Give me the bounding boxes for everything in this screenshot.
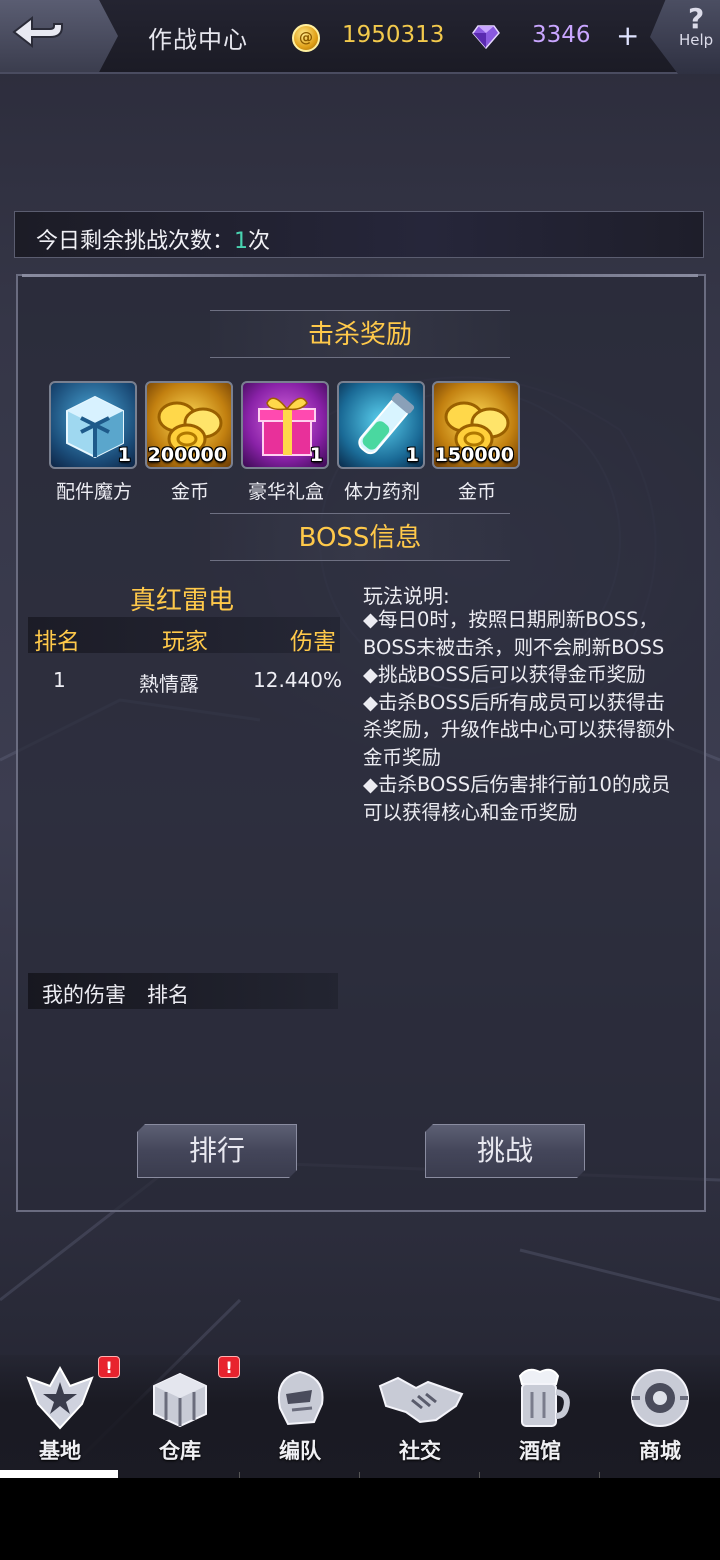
rule-line: ◆挑战BOSS后可以获得金币奖励 [363,663,646,686]
row-damage: 12.440% [253,668,342,692]
stamina-potion-icon: 1 [337,381,425,469]
rule-line: ◆击杀BOSS后伤害排行前10的成员可以获得核心和金币奖励 [363,773,671,824]
reward-item[interactable]: 1 体力药剂 [337,381,427,504]
rules-text: ◆每日0时，按照日期刷新BOSS，BOSS未被击杀，则不会刷新BOSS ◆挑战B… [363,606,683,826]
nav-label: 商城 [639,1438,681,1463]
reward-quantity: 1 [117,444,131,466]
challenge-button[interactable]: 挑战 [425,1124,585,1178]
gold-amount: 1950313 [342,22,445,48]
system-bottom-area [0,1478,720,1560]
parts-cube-icon: 1 [49,381,137,469]
nav-label: 酒馆 [519,1438,561,1463]
formation-helmet-icon [278,1370,324,1426]
base-emblem-icon [26,1365,94,1430]
ranking-button[interactable]: 排行 [137,1124,297,1178]
nav-item-tavern[interactable]: 酒馆 [480,1360,600,1478]
reward-name: 豪华礼盒 [247,481,324,503]
nav-label: 基地 [39,1438,81,1463]
nav-item-shop[interactable]: 商城 [600,1360,720,1478]
nav-label: 社交 [399,1438,441,1463]
gold-coin-icon: @ [292,24,320,52]
remaining-challenges-unit: 次 [248,229,271,254]
reward-item[interactable]: 1 豪华礼盒 [241,381,331,504]
help-label[interactable]: Help [679,31,713,49]
nav-label: 仓库 [159,1438,201,1463]
tavern-mug-icon [518,1368,570,1427]
nav-item-formation[interactable]: 编队 [240,1360,360,1478]
rule-line: ◆每日0时，按照日期刷新BOSS，BOSS未被击杀，则不会刷新BOSS [363,608,665,659]
reward-item[interactable]: 150000 金币 [432,381,522,504]
reward-name: 配件魔方 [55,481,132,503]
row-player: 熱情露 [139,672,199,696]
nav-active-indicator [0,1470,118,1478]
nav-label: 编队 [279,1438,321,1463]
handshake-icon [378,1376,464,1424]
warehouse-crate-icon [153,1372,207,1428]
reward-quantity: 150000 [434,444,514,466]
column-damage: 伤害 [290,629,336,655]
row-rank: 1 [53,668,66,692]
gold-coins-icon: 200000 [145,381,233,469]
remaining-challenges-label: 今日剩余挑战次数： [36,229,235,254]
reward-name: 金币 [170,481,209,503]
boss-name: 真红雷电 [130,586,235,616]
notification-badge-icon: ! [98,1356,120,1378]
reward-name: 体力药剂 [343,481,420,503]
shop-orb-icon [631,1369,689,1427]
reward-name: 金币 [457,481,496,503]
remaining-challenges-count: 1 [234,229,249,254]
panel-top-trim [22,274,698,277]
nav-item-social[interactable]: 社交 [360,1360,480,1478]
my-damage-label: 我的伤害 [42,983,126,1007]
back-button[interactable] [0,0,118,72]
rules-title: 玩法说明: [363,584,450,608]
reward-item[interactable]: 1 配件魔方 [49,381,139,504]
remaining-challenges-text: 今日剩余挑战次数：1次 [36,223,270,255]
deluxe-gift-box-icon: 1 [241,381,329,469]
column-rank: 排名 [34,629,80,655]
add-gems-button[interactable]: + [616,22,639,50]
reward-quantity: 1 [309,444,323,466]
notification-badge-icon: ! [218,1356,240,1378]
back-arrow-icon [12,15,63,49]
reward-quantity: 1 [405,444,419,466]
boss-info-header: BOSS信息 [210,513,510,561]
rule-line: ◆击杀BOSS后所有成员可以获得击杀奖励，升级作战中心可以获得额外金币奖励 [363,690,676,769]
gold-coins-icon: 150000 [432,381,520,469]
column-player: 玩家 [162,629,208,655]
my-rank-label: 排名 [147,983,189,1007]
reward-item[interactable]: 200000 金币 [145,381,235,504]
gem-amount: 3346 [532,22,591,48]
reward-quantity: 200000 [147,444,227,466]
kill-reward-header: 击杀奖励 [210,310,510,358]
diamond-gem-icon [472,25,500,50]
page-title: 作战中心 [148,26,248,54]
